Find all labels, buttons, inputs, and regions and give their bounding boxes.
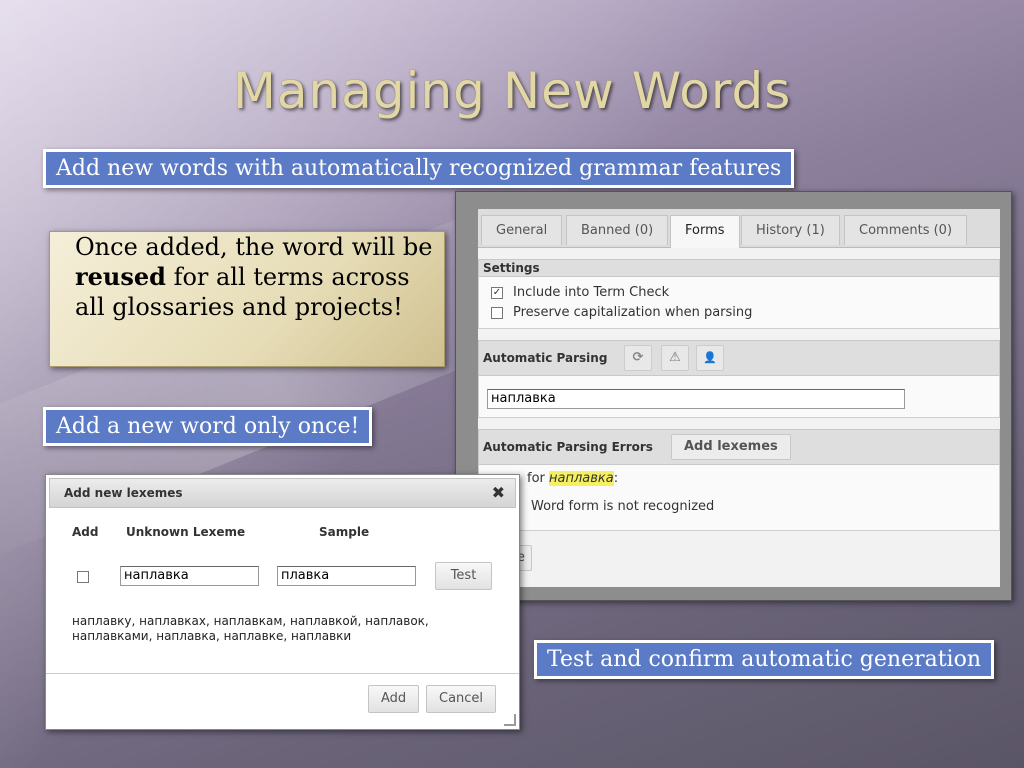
cancel-button[interactable]: Cancel xyxy=(426,685,497,713)
add-lexeme-checkbox[interactable] xyxy=(77,571,89,583)
caption-add-once: Add a new word only once! xyxy=(43,407,373,446)
note-text-1: Once added, the word will be xyxy=(75,233,433,261)
user-icon[interactable]: 👤 xyxy=(696,345,724,371)
generated-forms: наплавку, наплавках, наплавкам, наплавко… xyxy=(72,614,429,644)
error-word-line: for наплавка: xyxy=(527,471,618,486)
preserve-label: Preserve capitalization when parsing xyxy=(513,305,753,320)
parsing-heading: Automatic Parsing xyxy=(483,351,608,365)
tab-banned[interactable]: Banned (0) xyxy=(566,215,669,245)
preserve-checkbox[interactable] xyxy=(491,306,503,319)
include-checkbox[interactable]: ✓ xyxy=(491,286,503,299)
refresh-icon[interactable]: ⟳ xyxy=(624,345,652,371)
dialog-titlebar: Add new lexemes ✖ xyxy=(49,478,516,508)
error-word: наплавка xyxy=(549,471,614,486)
col-sample: Sample xyxy=(319,525,370,539)
unknown-lexeme-input[interactable]: наплавка xyxy=(120,566,259,586)
dialog-title: Add new lexemes xyxy=(64,486,183,500)
settings-body: ✓ Include into Term Check Preserve capita… xyxy=(478,277,1000,329)
parsing-body: наплавка xyxy=(478,376,1000,418)
add-lexemes-dialog: Add new lexemes ✖ Add Unknown Lexeme Sam… xyxy=(45,474,520,730)
note-box: Once added, the word will be reused for … xyxy=(49,231,445,367)
add-button[interactable]: Add xyxy=(368,685,420,713)
term-panel-content: General Banned (0) Forms History (1) Com… xyxy=(478,209,1000,587)
error-for-suffix: : xyxy=(613,471,619,486)
add-lexemes-button[interactable]: Add lexemes xyxy=(671,434,791,460)
col-add: Add xyxy=(72,525,99,539)
generated-forms-line2: наплавками, наплавка, наплавке, наплавки xyxy=(72,629,352,643)
tab-forms[interactable]: Forms xyxy=(670,215,740,248)
errors-header: Automatic Parsing Errors Add lexemes xyxy=(478,429,1000,465)
close-icon[interactable]: ✖ xyxy=(492,479,505,507)
note-bold: reused xyxy=(75,262,166,291)
col-unknown-lexeme: Unknown Lexeme xyxy=(126,525,246,539)
warning-icon[interactable]: ⚠ xyxy=(661,345,689,371)
test-button[interactable]: Test xyxy=(435,562,492,590)
slide-title: Managing New Words xyxy=(232,62,792,120)
caption-new-words: Add new words with automatically recogni… xyxy=(43,149,795,188)
term-panel: General Banned (0) Forms History (1) Com… xyxy=(455,191,1012,601)
tab-history[interactable]: History (1) xyxy=(741,215,840,245)
errors-heading: Automatic Parsing Errors xyxy=(483,440,653,454)
include-label: Include into Term Check xyxy=(513,285,670,300)
caption-test-confirm: Test and confirm automatic generation xyxy=(534,640,995,679)
resize-grip[interactable] xyxy=(504,714,516,726)
parsing-input[interactable]: наплавка xyxy=(487,389,905,409)
error-message: Word form is not recognized xyxy=(531,499,715,514)
errors-body: for наплавка: Word form is not recognize… xyxy=(478,465,1000,531)
tab-general[interactable]: General xyxy=(481,215,563,245)
error-for-prefix: for xyxy=(527,471,550,486)
preserve-capitalization-row[interactable]: Preserve capitalization when parsing xyxy=(491,305,752,320)
tab-bar: General Banned (0) Forms History (1) Com… xyxy=(478,209,1000,248)
generated-forms-line1: наплавку, наплавках, наплавкам, наплавко… xyxy=(72,614,429,628)
dialog-divider xyxy=(46,673,519,674)
include-term-check-row[interactable]: ✓ Include into Term Check xyxy=(491,285,669,300)
sample-input[interactable]: плавка xyxy=(277,566,416,586)
parsing-header: Automatic Parsing ⟳ ⚠ 👤 xyxy=(478,340,1000,376)
settings-heading: Settings xyxy=(478,259,1000,277)
tab-comments[interactable]: Comments (0) xyxy=(844,215,968,245)
